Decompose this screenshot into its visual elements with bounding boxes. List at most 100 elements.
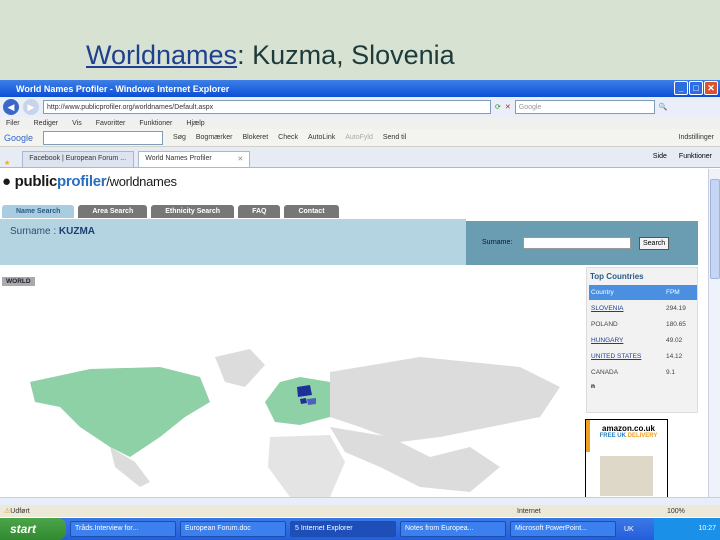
slovenia xyxy=(300,398,307,404)
autofill-button[interactable]: AutoFyld xyxy=(345,134,373,141)
bookmarks-button[interactable]: Bogmærker xyxy=(196,134,233,141)
nav-ethnicity-search[interactable]: Ethnicity Search xyxy=(151,205,235,218)
menu-help[interactable]: Hjælp xyxy=(186,120,204,127)
url-text: http://www.publicprofiler.org/worldnames… xyxy=(47,103,214,111)
tab-facebook[interactable]: Facebook | European Forum ... xyxy=(22,151,135,167)
title-text: : Kuzma, Slovenia xyxy=(237,40,455,70)
forward-icon[interactable]: ▶ xyxy=(23,99,39,115)
world-map[interactable] xyxy=(0,287,580,497)
tools-menu[interactable]: Funktioner xyxy=(679,153,712,160)
surname-value: KUZMA xyxy=(58,226,96,237)
publicprofiler-logo[interactable]: ● publicprofiler/worldnames xyxy=(2,173,177,190)
russia-asia xyxy=(330,357,560,442)
google-search-input[interactable] xyxy=(43,130,164,145)
ad-line-b: DELIVERY xyxy=(627,433,658,439)
worldnames-link[interactable]: Worldnames xyxy=(86,40,237,70)
ad-image xyxy=(600,456,653,496)
system-tray: 10:27 xyxy=(654,518,720,540)
nav-name-search[interactable]: Name Search xyxy=(2,205,75,218)
slide-title: Worldnames: Kuzma, Slovenia xyxy=(86,40,455,71)
security-zone: Internet xyxy=(517,507,541,515)
taskbar-item[interactable]: Notes from Europea... xyxy=(400,521,506,537)
nav-contact[interactable]: Contact xyxy=(284,205,339,218)
search-icon[interactable]: 🔍 xyxy=(659,103,668,111)
country-link[interactable]: SLOVENIA xyxy=(591,305,624,312)
country-name: CANADA xyxy=(591,368,619,376)
status-bar: ⚠ Udført Internet 100% xyxy=(0,505,720,517)
top-countries-table: Country FPM SLOVENIA 294.19 POLAND 180.65 H… xyxy=(589,285,697,380)
zoom-level[interactable]: 100% xyxy=(667,508,685,515)
ad-line-a: FREE UK xyxy=(599,433,626,439)
site-nav: Name Search Area Search Ethnicity Search FA… xyxy=(2,205,339,218)
minimize-button[interactable]: _ xyxy=(674,81,688,95)
ad-brand: amazon.co.uk xyxy=(602,424,655,433)
fpm-value: 14.12 xyxy=(666,352,683,360)
table-row: POLAND 180.65 xyxy=(589,316,697,332)
menu-edit[interactable]: Rediger xyxy=(34,120,59,127)
europe xyxy=(265,377,330,425)
back-icon[interactable]: ◀ xyxy=(3,99,19,115)
tab-worldnames[interactable]: World Names Profiler ✕ xyxy=(138,151,251,167)
settings-button[interactable]: Indstillinger xyxy=(679,134,714,141)
surname-search-input[interactable] xyxy=(523,237,631,249)
favorites-star-icon[interactable]: ★ xyxy=(4,159,10,167)
taskbar-item[interactable]: 5 Internet Explorer xyxy=(290,521,396,537)
world-label: WORLD xyxy=(2,277,35,286)
table-row: CANADA 9.1 xyxy=(589,364,697,380)
menu-favorites[interactable]: Favoritter xyxy=(96,120,126,127)
page-menu[interactable]: Side xyxy=(653,153,667,160)
ie-window: World Names Profiler - Windows Internet … xyxy=(0,80,720,540)
tab-bar: ★ Facebook | European Forum ... World Na… xyxy=(0,147,720,168)
start-button[interactable]: start xyxy=(0,518,66,540)
autolink-button[interactable]: AutoLink xyxy=(308,134,335,141)
greenland xyxy=(215,349,265,387)
fpm-value: 294.19 xyxy=(666,304,686,312)
nav-area-search[interactable]: Area Search xyxy=(78,205,148,218)
status-text: Udført xyxy=(10,507,30,515)
surname-label: Surname : xyxy=(10,226,59,237)
search-panel: Surname: Search xyxy=(466,221,698,265)
send-to-button[interactable]: Send til xyxy=(383,134,406,141)
clock: 10:27 xyxy=(698,525,716,532)
horizontal-scrollbar[interactable] xyxy=(0,497,720,505)
title-bar: World Names Profiler - Windows Internet … xyxy=(0,80,720,97)
tab-label: Facebook | European Forum ... xyxy=(29,155,127,162)
taskbar-item[interactable]: European Forum.doc xyxy=(180,521,286,537)
top-countries-panel: Top Countries Country FPM SLOVENIA 294.19 … xyxy=(586,267,698,413)
table-row: UNITED STATES 14.12 xyxy=(589,348,697,364)
search-placeholder: Google xyxy=(518,103,542,111)
vertical-scrollbar[interactable] xyxy=(708,169,720,497)
menu-bar: Filer Rediger Vis Favoritter Funktioner Hjælp xyxy=(0,117,720,129)
popup-blocker-button[interactable]: Blokeret xyxy=(242,134,268,141)
maximize-button[interactable]: □ xyxy=(689,81,703,95)
fpm-value: 9.1 xyxy=(666,368,676,376)
nav-faq[interactable]: FAQ xyxy=(238,205,281,218)
close-tab-icon[interactable]: ✕ xyxy=(237,155,243,163)
menu-view[interactable]: Vis xyxy=(72,120,82,127)
menu-file[interactable]: Filer xyxy=(6,120,20,127)
amazon-ad[interactable]: amazon.co.uk FREE UK DELIVERY xyxy=(585,419,668,497)
stop-icon[interactable]: ✕ xyxy=(505,103,511,111)
refresh-icon[interactable]: ⟳ xyxy=(495,103,501,111)
hungary xyxy=(307,398,316,405)
col-fpm: FPM xyxy=(664,285,697,300)
google-toolbar: Google Søg Bogmærker Blokeret Check Auto… xyxy=(0,129,720,147)
web-page: ● publicprofiler/worldnames Name Search A… xyxy=(0,169,708,497)
poland xyxy=(297,385,312,397)
taskbar: start Tråds.Interview for... European Fo… xyxy=(0,518,720,540)
country-link[interactable]: UNITED STATES xyxy=(591,353,641,360)
country-name: POLAND xyxy=(591,320,618,328)
taskbar-item[interactable]: Tråds.Interview for... xyxy=(70,521,176,537)
more-link[interactable]: n xyxy=(587,380,697,393)
taskbar-item[interactable]: Microsoft PowerPoint... xyxy=(510,521,616,537)
close-button[interactable]: ✕ xyxy=(704,81,718,95)
spellcheck-button[interactable]: Check xyxy=(278,134,298,141)
tab-label: World Names Profiler xyxy=(145,155,212,162)
language-indicator[interactable]: UK xyxy=(624,526,634,533)
url-input[interactable]: http://www.publicprofiler.org/worldnames… xyxy=(43,100,491,114)
country-link[interactable]: HUNGARY xyxy=(591,337,623,344)
google-search-button[interactable]: Søg xyxy=(173,134,186,141)
search-input[interactable]: Google xyxy=(514,100,655,114)
surname-search-button[interactable]: Search xyxy=(639,237,670,250)
menu-tools[interactable]: Funktioner xyxy=(139,120,172,127)
